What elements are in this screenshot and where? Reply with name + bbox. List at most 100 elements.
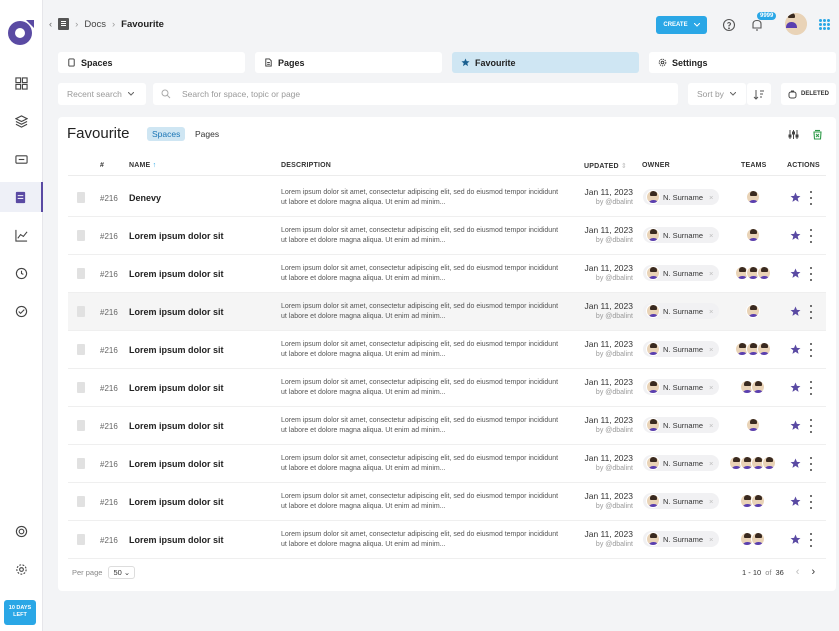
more-vertical-icon[interactable] [809,457,813,471]
trial-days-left-badge[interactable]: 10 DAYS LEFT [4,600,36,625]
table-row[interactable]: #216 Lorem ipsum dolor sit Lorem ipsum d… [68,217,826,255]
create-button[interactable]: CREATE [656,16,707,34]
tab-favourite[interactable]: Favourite [452,52,639,73]
table-row[interactable]: #216 Lorem ipsum dolor sit Lorem ipsum d… [68,293,826,331]
close-icon[interactable]: × [709,383,713,392]
close-icon[interactable]: × [709,345,713,354]
star-icon[interactable] [790,382,801,393]
row-doc-icon [77,382,85,393]
row-owner-chip[interactable]: N. Surname × [643,265,719,281]
chart-line-icon [15,229,28,242]
table-row[interactable]: #216 Lorem ipsum dolor sit Lorem ipsum d… [68,369,826,407]
close-icon[interactable]: × [709,535,713,544]
column-header-name[interactable]: NAME ↑ [129,162,156,169]
user-avatar[interactable] [785,13,807,35]
chevron-left-icon[interactable]: ‹ [796,566,800,578]
sidebar-item-tickets[interactable] [0,144,43,174]
star-icon[interactable] [790,458,801,469]
subtab-spaces[interactable]: Spaces [147,127,186,141]
chevron-right-icon[interactable]: › [811,566,815,578]
row-owner-chip[interactable]: N. Surname × [643,189,719,205]
more-vertical-icon[interactable] [809,229,813,243]
deleted-button[interactable]: DELETED [781,83,836,105]
close-icon[interactable]: × [709,307,713,316]
bell-icon[interactable] [750,18,764,32]
table-row[interactable]: #216 Denevy Lorem ipsum dolor sit amet, … [68,179,826,217]
search-input[interactable]: Search for space, topic or page [153,83,678,105]
subtab-pages[interactable]: Pages [190,127,224,141]
more-vertical-icon[interactable] [809,191,813,205]
row-owner-chip[interactable]: N. Surname × [643,341,719,357]
row-name[interactable]: Lorem ipsum dolor sit [129,269,224,279]
gear-icon [16,563,27,575]
filter-sliders-icon[interactable] [788,129,799,140]
row-name[interactable]: Lorem ipsum dolor sit [129,421,224,431]
star-icon[interactable] [790,192,801,203]
sort-order-button[interactable] [747,83,771,105]
row-owner-chip[interactable]: N. Surname × [643,417,719,433]
row-name[interactable]: Lorem ipsum dolor sit [129,307,224,317]
more-vertical-icon[interactable] [809,533,813,547]
more-vertical-icon[interactable] [809,343,813,357]
row-name[interactable]: Lorem ipsum dolor sit [129,383,224,393]
close-icon[interactable]: × [709,193,713,202]
sidebar-item-analytics[interactable] [0,220,43,250]
back-chevron-icon[interactable]: ‹ [49,19,52,30]
star-icon[interactable] [790,268,801,279]
star-icon[interactable] [790,420,801,431]
row-owner-chip[interactable]: N. Surname × [643,531,719,547]
row-name[interactable]: Lorem ipsum dolor sit [129,535,224,545]
table-row[interactable]: #216 Lorem ipsum dolor sit Lorem ipsum d… [68,331,826,369]
table-row[interactable]: #216 Lorem ipsum dolor sit Lorem ipsum d… [68,445,826,483]
sidebar-item-layers[interactable] [0,106,43,136]
row-owner-chip[interactable]: N. Surname × [643,455,719,471]
star-icon[interactable] [790,344,801,355]
star-icon[interactable] [790,534,801,545]
row-name[interactable]: Lorem ipsum dolor sit [129,497,224,507]
star-icon[interactable] [790,230,801,241]
export-excel-icon[interactable] [812,129,823,140]
recent-search-select[interactable]: Recent search [58,83,146,105]
sidebar-item-docs[interactable] [0,182,43,212]
table-row[interactable]: #216 Lorem ipsum dolor sit Lorem ipsum d… [68,407,826,445]
tab-settings[interactable]: Settings [649,52,836,73]
breadcrumb-docs[interactable]: Docs [84,19,106,30]
tab-spaces[interactable]: Spaces [58,52,245,73]
close-icon[interactable]: × [709,269,713,278]
row-name[interactable]: Lorem ipsum dolor sit [129,231,224,241]
more-vertical-icon[interactable] [809,305,813,319]
sidebar-item-dashboard[interactable] [0,68,43,98]
table-row[interactable]: #216 Lorem ipsum dolor sit Lorem ipsum d… [68,483,826,521]
row-name[interactable]: Denevy [129,193,161,203]
more-vertical-icon[interactable] [809,267,813,281]
tab-pages[interactable]: Pages [255,52,442,73]
row-name[interactable]: Lorem ipsum dolor sit [129,345,224,355]
close-icon[interactable]: × [709,497,713,506]
star-icon[interactable] [790,306,801,317]
sidebar-item-time[interactable] [0,258,43,288]
column-header-updated[interactable]: UPDATED ⇕ [584,162,627,170]
sort-by-select[interactable]: Sort by [688,83,746,105]
app-logo-icon[interactable] [6,17,36,47]
close-icon[interactable]: × [709,421,713,430]
team-member-avatar [745,304,760,318]
apps-grid-icon[interactable] [819,19,830,30]
sidebar-item-support[interactable] [0,516,43,546]
close-icon[interactable]: × [709,231,713,240]
table-row[interactable]: #216 Lorem ipsum dolor sit Lorem ipsum d… [68,255,826,293]
row-owner-chip[interactable]: N. Surname × [643,493,719,509]
per-page-select[interactable]: 50 ⌄ [108,566,136,579]
row-owner-chip[interactable]: N. Surname × [643,379,719,395]
more-vertical-icon[interactable] [809,381,813,395]
table-row[interactable]: #216 Lorem ipsum dolor sit Lorem ipsum d… [68,521,826,559]
help-icon[interactable] [722,18,736,32]
sidebar-item-settings[interactable] [0,554,43,584]
more-vertical-icon[interactable] [809,419,813,433]
row-owner-chip[interactable]: N. Surname × [643,303,719,319]
row-owner-chip[interactable]: N. Surname × [643,227,719,243]
close-icon[interactable]: × [709,459,713,468]
row-name[interactable]: Lorem ipsum dolor sit [129,459,224,469]
more-vertical-icon[interactable] [809,495,813,509]
star-icon[interactable] [790,496,801,507]
sidebar-item-tasks[interactable] [0,296,43,326]
